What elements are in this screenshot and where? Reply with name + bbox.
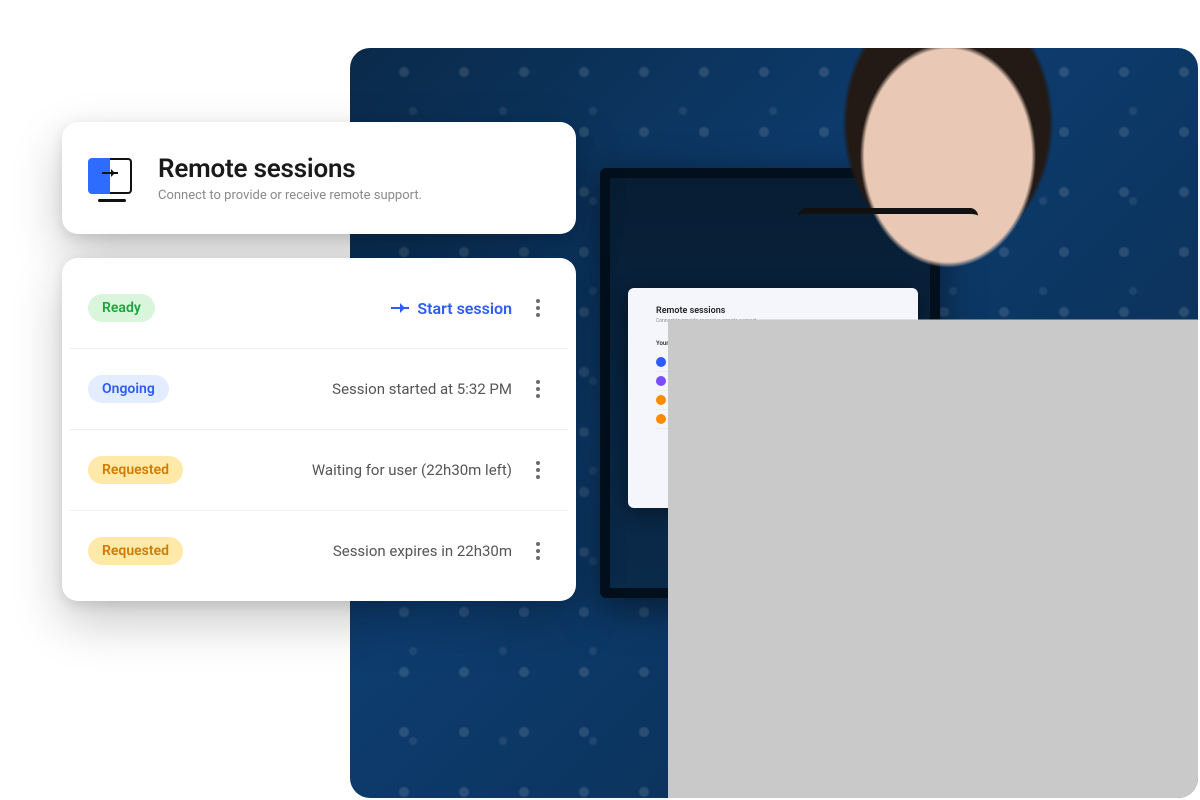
session-detail: Session started at 5:32 PM	[332, 380, 512, 398]
person-silhouette	[668, 48, 1198, 798]
row-menu-button[interactable]	[526, 380, 550, 398]
row-menu-button[interactable]	[526, 461, 550, 479]
session-row: Requested Waiting for user (22h30m left)	[70, 430, 568, 511]
session-row: Ready Start session	[70, 268, 568, 349]
row-menu-button[interactable]	[526, 542, 550, 560]
session-detail: Session expires in 22h30m	[333, 542, 512, 560]
page-subtitle: Connect to provide or receive remote sup…	[158, 188, 422, 203]
arrow-right-icon	[391, 307, 409, 309]
status-badge: Requested	[88, 456, 183, 484]
remote-sessions-header-card: Remote sessions Connect to provide or re…	[62, 122, 576, 234]
session-row: Requested Session expires in 22h30m	[70, 511, 568, 591]
session-detail: Waiting for user (22h30m left)	[312, 461, 512, 479]
remote-session-icon	[88, 154, 136, 202]
sessions-list-card: Ready Start session Ongoing Session star…	[62, 258, 576, 601]
status-badge: Ongoing	[88, 375, 169, 403]
session-row: Ongoing Session started at 5:32 PM	[70, 349, 568, 430]
status-badge: Ready	[88, 294, 155, 322]
row-menu-button[interactable]	[526, 299, 550, 317]
start-session-button[interactable]: Start session	[391, 299, 512, 318]
start-session-label: Start session	[417, 299, 512, 318]
glasses	[798, 208, 978, 258]
page-title: Remote sessions	[158, 154, 422, 184]
status-badge: Requested	[88, 537, 183, 565]
